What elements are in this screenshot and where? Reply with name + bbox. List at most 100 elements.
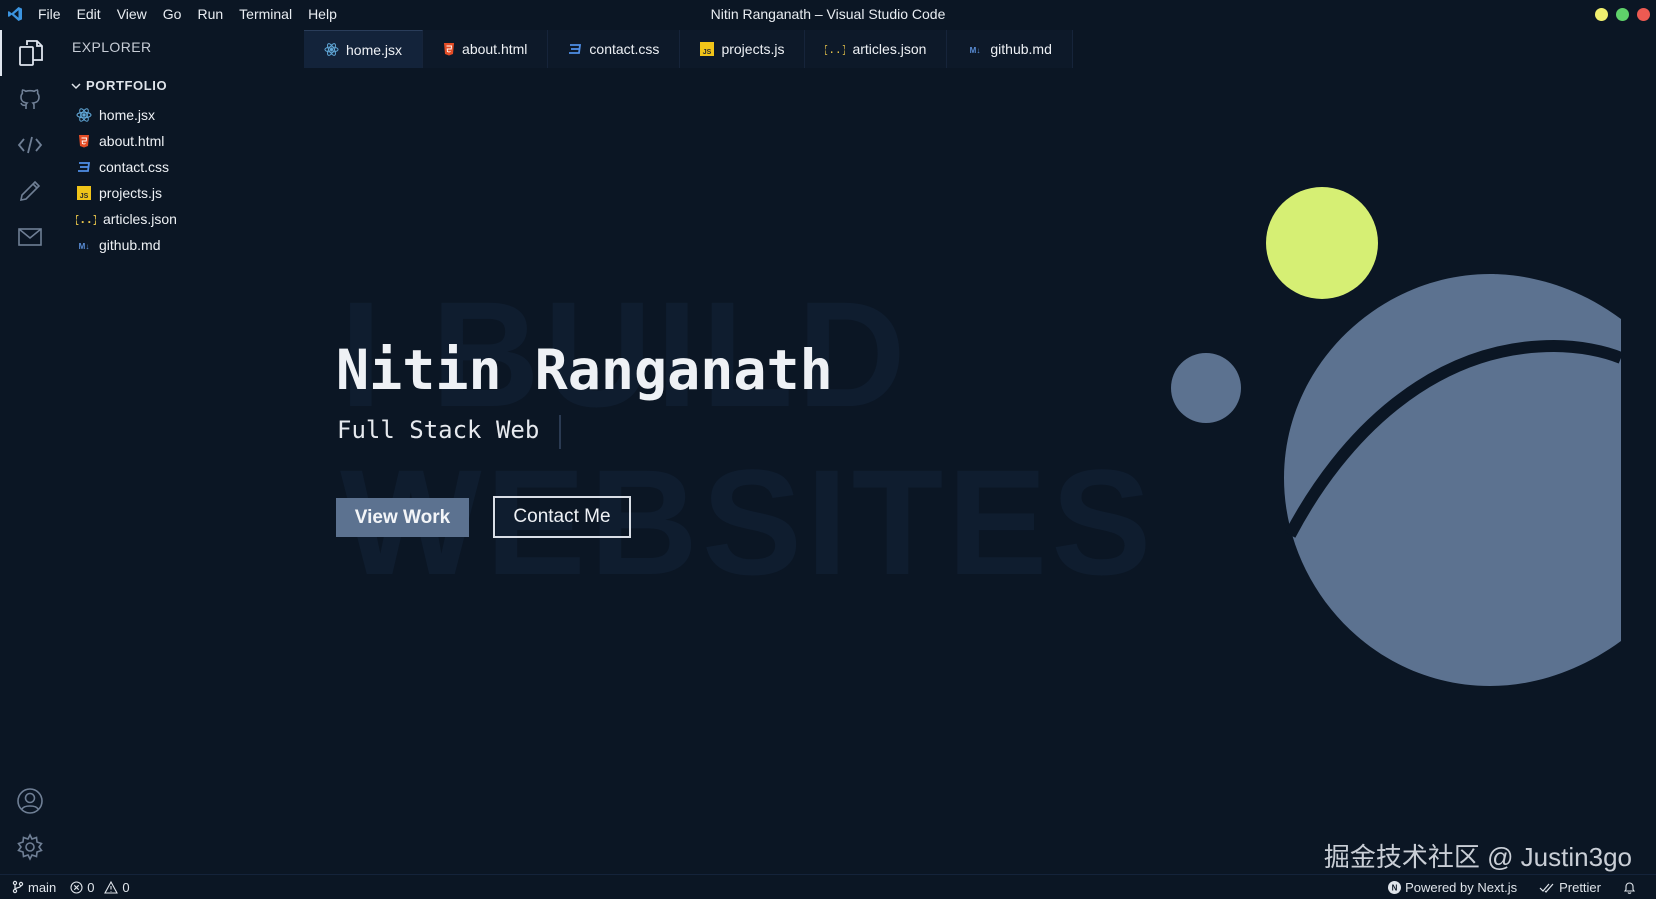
- tab-projects-js[interactable]: JS projects.js: [680, 30, 806, 68]
- vscode-logo-icon: [0, 0, 30, 28]
- bell-icon: [1623, 881, 1636, 894]
- maximize-button[interactable]: [1616, 8, 1629, 21]
- menu-edit[interactable]: Edit: [69, 0, 109, 28]
- file-label: about.html: [99, 133, 165, 149]
- notifications-bell[interactable]: [1623, 881, 1636, 895]
- folder-portfolio[interactable]: PORTFOLIO: [70, 78, 167, 93]
- svg-text:{..}: {..}: [825, 43, 845, 56]
- menu-bar: File Edit View Go Run Terminal Help: [30, 0, 345, 28]
- html-icon: [76, 133, 92, 149]
- svg-text:N: N: [1392, 884, 1398, 893]
- branch-name: main: [28, 879, 57, 895]
- view-work-button[interactable]: View Work: [336, 498, 469, 537]
- tab-home-jsx[interactable]: home.jsx: [304, 30, 424, 68]
- tab-label: home.jsx: [346, 41, 403, 58]
- file-label: home.jsx: [99, 107, 156, 123]
- hero-subtitle: Full Stack Web: [337, 416, 540, 444]
- tab-label: about.html: [462, 41, 528, 57]
- branch-indicator[interactable]: main: [12, 880, 56, 895]
- menu-help[interactable]: Help: [300, 0, 345, 28]
- file-label: contact.css: [99, 159, 170, 175]
- file-item-articles-json[interactable]: {..} articles.json: [76, 206, 177, 232]
- account-icon[interactable]: [0, 778, 60, 824]
- js-icon: JS: [700, 42, 715, 56]
- menu-view[interactable]: View: [109, 0, 155, 28]
- file-item-contact-css[interactable]: contact.css: [76, 154, 177, 180]
- decor-lime-circle: [1266, 187, 1378, 299]
- html-icon: [444, 43, 455, 56]
- file-label: projects.js: [99, 185, 163, 201]
- file-label: github.md: [99, 237, 161, 253]
- pencil-icon[interactable]: [0, 168, 60, 214]
- json-icon: {..}: [76, 211, 96, 227]
- explorer-title: EXPLORER: [72, 39, 152, 55]
- tab-articles-json[interactable]: {..} articles.json: [805, 30, 948, 68]
- explorer-sidebar: EXPLORER PORTFOLIO home.jsx about.html c…: [60, 28, 304, 874]
- json-icon: {..}: [825, 43, 845, 56]
- decor-large-shape: [1284, 274, 1621, 686]
- editor-area: I BUILD WEBSITES Nitin Ranganath Full St…: [304, 68, 1656, 874]
- activity-bar: [0, 28, 60, 874]
- svg-text:M↓: M↓: [79, 242, 90, 251]
- typing-caret: [559, 415, 561, 449]
- file-item-about-html[interactable]: about.html: [76, 128, 177, 154]
- double-check-icon: [1539, 883, 1554, 893]
- powered-by-label: Powered by Next.js: [1405, 880, 1518, 895]
- nextjs-icon: N: [1388, 881, 1402, 894]
- warning-count: 0: [122, 879, 130, 895]
- powered-by-nextjs[interactable]: N Powered by Next.js: [1388, 880, 1517, 895]
- files-icon[interactable]: [0, 30, 60, 76]
- window-controls: [1595, 8, 1650, 21]
- prettier-label: Prettier: [1559, 880, 1601, 895]
- status-bar: main 0 0 N Powered by Next.js Prettier: [0, 874, 1656, 899]
- github-icon[interactable]: [0, 76, 60, 122]
- markdown-icon: M↓: [970, 46, 981, 55]
- settings-gear-icon[interactable]: [0, 824, 60, 870]
- react-icon: [76, 107, 92, 123]
- error-count: 0: [87, 879, 95, 895]
- menu-terminal[interactable]: Terminal: [231, 0, 300, 28]
- tab-github-md[interactable]: M↓ github.md: [947, 30, 1073, 68]
- file-item-home-jsx[interactable]: home.jsx: [76, 102, 177, 128]
- file-item-github-md[interactable]: M↓ github.md: [76, 232, 177, 258]
- close-button[interactable]: [1637, 8, 1650, 21]
- git-branch-icon: [12, 880, 24, 894]
- decor-small-circle: [1171, 353, 1241, 423]
- tab-about-html[interactable]: about.html: [423, 30, 549, 68]
- mail-icon[interactable]: [0, 214, 60, 260]
- warning-icon: [104, 880, 119, 894]
- hero-name: Nitin Ranganath: [336, 338, 833, 402]
- menu-go[interactable]: Go: [155, 0, 190, 28]
- title-bar: File Edit View Go Run Terminal Help Niti…: [0, 0, 1656, 28]
- watermark: 掘金技术社区 @ Justin3go: [1323, 842, 1632, 872]
- problems-indicator[interactable]: 0 0: [70, 879, 130, 895]
- tab-contact-css[interactable]: contact.css: [548, 30, 681, 68]
- menu-run[interactable]: Run: [189, 0, 231, 28]
- svg-text:{..}: {..}: [76, 213, 96, 226]
- code-icon[interactable]: [0, 122, 60, 168]
- editor-tabs: home.jsx about.html contact.css JS proje…: [304, 30, 1073, 68]
- svg-text:JS: JS: [80, 193, 89, 200]
- svg-text:JS: JS: [703, 49, 712, 56]
- chevron-down-icon: [71, 82, 81, 89]
- css-icon: [76, 159, 92, 175]
- menu-file[interactable]: File: [30, 0, 69, 28]
- svg-text:M↓: M↓: [970, 46, 981, 55]
- tab-label: projects.js: [721, 41, 785, 57]
- error-icon: [70, 880, 83, 894]
- react-icon: [324, 43, 339, 56]
- prettier-status[interactable]: Prettier: [1539, 880, 1601, 895]
- js-icon: JS: [76, 185, 92, 201]
- tab-label: contact.css: [589, 41, 660, 57]
- tab-label: articles.json: [852, 41, 927, 57]
- file-list: home.jsx about.html contact.css JS proje…: [76, 102, 177, 258]
- minimize-button[interactable]: [1595, 8, 1608, 21]
- tab-label: github.md: [990, 41, 1052, 57]
- css-icon: [569, 44, 582, 54]
- hero-decoration: [1171, 187, 1624, 686]
- markdown-icon: M↓: [76, 237, 92, 253]
- folder-label: PORTFOLIO: [86, 78, 168, 93]
- file-label: articles.json: [103, 211, 177, 227]
- file-item-projects-js[interactable]: JS projects.js: [76, 180, 177, 206]
- contact-me-button[interactable]: Contact Me: [493, 496, 631, 538]
